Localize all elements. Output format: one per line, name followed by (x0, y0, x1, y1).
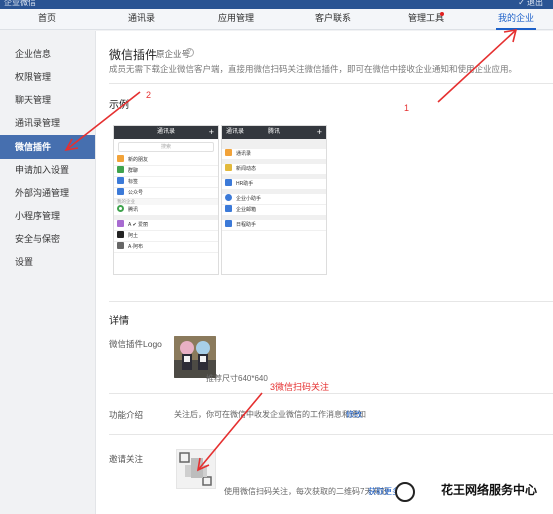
list-item: 标签 (114, 177, 218, 188)
nav-home[interactable]: 首页 (38, 9, 56, 30)
logo-size-hint: 推荐尺寸640*640 (206, 374, 268, 383)
add-contact-icon: + (208, 127, 214, 137)
phone-title: 通讯录 (156, 129, 175, 135)
nav-tools[interactable]: 管理工具 (408, 9, 444, 30)
main-nav: 首页 通讯录 应用管理 客户联系 管理工具 我的企业 (0, 9, 553, 30)
example-label: 示例 (109, 100, 129, 111)
nav-customers[interactable]: 客户联系 (315, 9, 351, 30)
logo-label: 微信插件Logo (109, 339, 162, 349)
tag-icon (117, 177, 124, 184)
back-link: 通讯录 (226, 129, 245, 135)
list-item: 日程助手 (222, 220, 326, 231)
sidebar-item-external[interactable]: 外部沟通管理 (0, 182, 95, 204)
page-description: 成员无需下载企业微信客户端，直接用微信扫码关注微信插件，即可在微信中接收企业通知… (109, 64, 518, 74)
divider (109, 301, 553, 302)
sidebar-item-company-info[interactable]: 企业信息 (0, 43, 95, 65)
annotation-2: 2 (146, 90, 152, 100)
list-item: 腾讯 (114, 205, 218, 216)
annotation-3: 3微信扫码关注 (270, 382, 330, 392)
sidebar-item-settings[interactable]: 设置 (0, 251, 95, 273)
sidebar-item-wechat-plugin[interactable]: 微信插件 (0, 135, 95, 159)
news-app-icon (225, 164, 232, 171)
edit-intro-link[interactable]: 修改 (346, 409, 362, 420)
brand-label: 企业微信 (4, 0, 36, 7)
qr-code (176, 449, 216, 489)
invite-label: 邀请关注 (109, 454, 144, 464)
calendar-app-icon (225, 220, 232, 227)
invite-text: 使用微信扫码关注，每次获取的二维码7天有效 (224, 487, 389, 496)
mail-app-icon (225, 205, 232, 212)
details-label: 详情 (109, 316, 129, 327)
watermark-logo-icon (395, 482, 415, 502)
list-item: 群聊 (114, 166, 218, 177)
sidebar-item-contacts[interactable]: 通讯录管理 (0, 112, 95, 134)
app-root: 企业微信 ✓ 退出 首页 通讯录 应用管理 客户联系 管理工具 我的企业 企业信… (0, 0, 553, 514)
example-phone-tencent: 通讯录 腾讯 + 通讯录 新闻动态 HR助手 企业小助手 企业邮箱 日程助手 (221, 125, 327, 275)
divider (109, 83, 553, 84)
divider (109, 393, 553, 394)
list-item: HR助手 (222, 179, 326, 190)
example-phone-contacts: 通讯录 + 搜索 新的朋友 群聊 标签 公众号 我的企业 腾讯 A ✔ 爱丽 阿… (113, 125, 219, 275)
intro-text: 关注后，你可在微信中收发企业微信的工作消息和通知 (174, 410, 366, 419)
list-item: A·阿布 (114, 242, 218, 253)
list-item: A ✔ 爱丽 (114, 220, 218, 231)
plugin-logo-image (174, 336, 216, 378)
sidebar-item-join-settings[interactable]: 申请加入设置 (0, 159, 95, 181)
phone-search: 搜索 (118, 142, 214, 152)
sidebar-item-security[interactable]: 安全与保密 (0, 228, 95, 250)
sidebar-item-chat[interactable]: 聊天管理 (0, 89, 95, 111)
sidebar-item-miniprogram[interactable]: 小程序管理 (0, 205, 95, 227)
nav-contacts[interactable]: 通讯录 (128, 9, 155, 30)
new-friends-icon (117, 155, 124, 162)
nav-apps[interactable]: 应用管理 (218, 9, 254, 30)
page-title: 微信插件 (109, 48, 158, 62)
tencent-icon (117, 205, 124, 212)
phone-header: 通讯录 + (114, 126, 218, 139)
list-item: 企业邮箱 (222, 205, 326, 216)
assistant-app-icon (225, 194, 232, 201)
nav-my-company[interactable]: 我的企业 (496, 9, 537, 30)
official-account-icon (117, 188, 124, 195)
watermark: 花王网络服务中心 (440, 483, 537, 497)
list-item: 新的朋友 (114, 155, 218, 166)
main-panel: 微信插件 原企业号 ? 成员无需下载企业微信客户端，直接用微信扫码关注微信插件，… (95, 31, 553, 514)
logout-link[interactable]: ✓ 退出 (518, 0, 543, 8)
info-icon[interactable]: ? (185, 48, 194, 57)
spacer (222, 139, 326, 149)
contacts-app-icon (225, 149, 232, 156)
list-item: 公众号 (114, 188, 218, 199)
list-item: 企业小助手 (222, 194, 326, 205)
list-item: 新闻动态 (222, 164, 326, 175)
list-item: 通讯录 (222, 149, 326, 160)
intro-label: 功能介绍 (109, 410, 144, 420)
sidebar-item-permissions[interactable]: 权限管理 (0, 66, 95, 88)
notification-dot (440, 12, 444, 16)
sidebar: 企业信息 权限管理 聊天管理 通讯录管理 微信插件 申请加入设置 外部沟通管理 … (0, 31, 95, 514)
add-icon: + (316, 127, 322, 137)
group-chat-icon (117, 166, 124, 173)
phone-header: 通讯录 腾讯 + (222, 126, 326, 139)
contact-avatar-icon (117, 242, 124, 249)
contact-avatar-icon (117, 220, 124, 227)
contact-avatar-icon (117, 231, 124, 238)
phone-title: 腾讯 (267, 129, 280, 135)
annotation-1: 1 (404, 103, 410, 113)
divider (109, 434, 553, 435)
list-item: 阿土 (114, 231, 218, 242)
hr-app-icon (225, 179, 232, 186)
top-bar: 企业微信 ✓ 退出 (0, 0, 553, 9)
